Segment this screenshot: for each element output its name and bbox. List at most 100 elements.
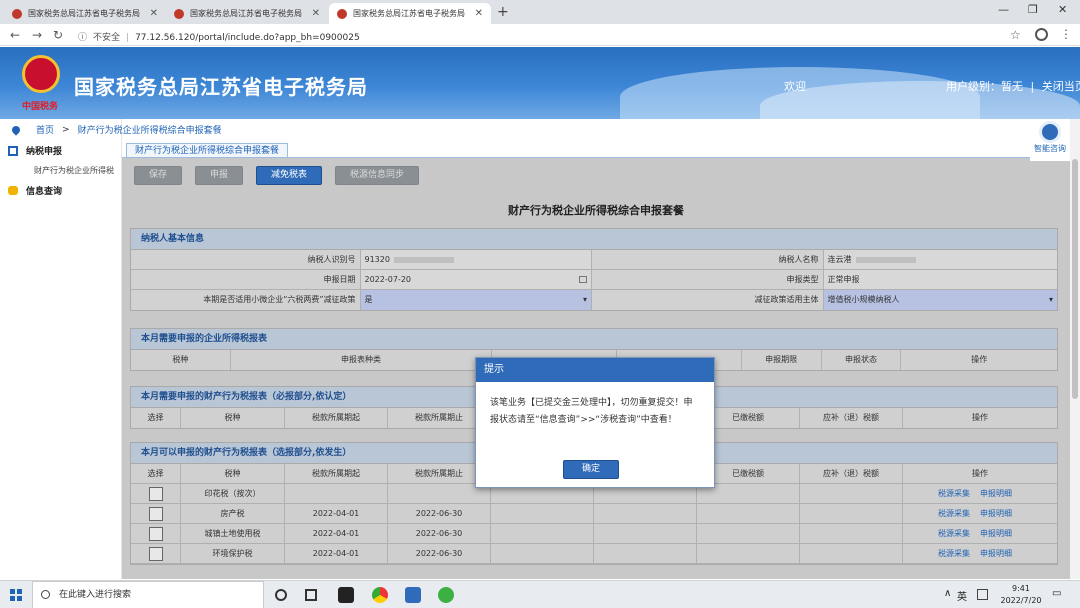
assistant-headset-icon (1039, 121, 1061, 143)
windows-start-icon[interactable] (10, 589, 22, 601)
close-page-link[interactable]: 关闭当页 (1042, 80, 1080, 93)
tab-title: 国家税务总局江苏省电子税务局 (353, 9, 465, 18)
collect-link[interactable]: 税源采集 (938, 489, 970, 498)
field-label: 纳税人名称 (592, 250, 824, 269)
chrome-icon[interactable] (372, 587, 388, 603)
sidebar-item-label: 信息查询 (26, 187, 63, 197)
save-button[interactable]: 保存 (134, 166, 183, 185)
dialog-message: 该笔业务【已提交金三处理中】，切勿重复提交！申报状态请至“信息查询”>>“涉税查… (490, 398, 693, 425)
period-start: 2022-04-01 (285, 524, 388, 543)
grid-icon (8, 145, 18, 156)
search-icon (41, 590, 50, 599)
user-info: 用户级别：暂无 | 关闭当页 (946, 78, 1080, 94)
search-placeholder: 在此键入进行搜索 (59, 590, 132, 600)
actions-cell: 税源采集 申报明细 (903, 544, 1057, 563)
browser-tab-1[interactable]: 国家税务总局江苏省电子税务局 ✕ (4, 3, 166, 24)
tab-close-icon[interactable]: ✕ (312, 8, 320, 19)
page-scrollbar[interactable] (1070, 119, 1080, 579)
row-checkbox[interactable] (148, 527, 163, 541)
browser-app-icon[interactable] (405, 587, 421, 603)
site-header: 中国税务 国家税务总局江苏省电子税务局 欢迎 用户级别：暂无 | 关闭当页 (0, 47, 1080, 119)
content-tab[interactable]: 财产行为税企业所得税综合申报套餐 (126, 143, 289, 158)
taxpayer-id-value: 91320 (360, 250, 592, 269)
more-menu-icon[interactable]: ⋮ (1060, 27, 1072, 41)
new-tab-button[interactable]: + (497, 4, 509, 20)
section-heading: 本月需要申报的企业所得税报表 (131, 329, 1057, 350)
paid-tax (697, 504, 800, 523)
collect-link[interactable]: 税源采集 (938, 509, 970, 518)
collect-link[interactable]: 税源采集 (938, 529, 970, 538)
maximize-button[interactable]: ❐ (1028, 3, 1038, 16)
column-header: 申报期限 (741, 350, 822, 370)
tax-relief-button[interactable]: 减免税表 (256, 166, 323, 185)
browser-tab-2[interactable]: 国家税务总局江苏省电子税务局 ✕ (166, 3, 328, 24)
user-level: 用户级别：暂无 (946, 80, 1023, 93)
column-header: 税种 (181, 408, 285, 428)
row-checkbox[interactable] (148, 547, 163, 561)
period-start (285, 484, 388, 503)
edge-icon[interactable] (438, 587, 454, 603)
tax-type: 房产税 (181, 504, 285, 523)
minimize-button[interactable]: — (998, 3, 1009, 16)
subject-select[interactable]: 增值税小规模纳税人 ▾ (823, 290, 1057, 310)
declare-button[interactable]: 申报 (195, 166, 244, 185)
tab-close-icon[interactable]: ✕ (475, 8, 483, 19)
account-icon[interactable] (1035, 28, 1048, 41)
cortana-icon[interactable] (275, 589, 287, 601)
ime-indicator[interactable]: 英 (957, 588, 967, 603)
bookmark-star-icon[interactable]: ☆ (1010, 28, 1021, 42)
taxpayer-name-value: 连云港 (823, 250, 1057, 269)
keyboard-icon[interactable] (977, 589, 988, 600)
period-end: 2022-06-30 (388, 544, 491, 563)
tab-close-icon[interactable]: ✕ (150, 8, 158, 19)
task-view-icon[interactable] (305, 589, 317, 601)
column-header: 选择 (131, 464, 181, 483)
detail-link[interactable]: 申报明细 (980, 489, 1012, 498)
clock-date: 2022/7/20 (1000, 596, 1042, 605)
sidebar-subitem-property-tax[interactable]: 财产行为税企业所得税 (34, 165, 114, 176)
calendar-icon[interactable] (579, 276, 587, 283)
scrollbar-thumb[interactable] (1072, 159, 1078, 399)
tax-type: 环境保护税 (181, 544, 285, 563)
clock-time: 9:41 (1012, 584, 1030, 593)
tray-chevron-icon[interactable]: ∧ (944, 588, 951, 599)
breadcrumb-home[interactable]: 首页 (36, 123, 54, 136)
reload-icon[interactable]: ↻ (53, 28, 63, 42)
close-window-button[interactable]: ✕ (1058, 3, 1067, 16)
due-tax (800, 504, 903, 523)
back-arrow-icon[interactable]: ← (10, 28, 20, 42)
page-title: 财产行为税企业所得税综合申报套餐 (508, 204, 684, 217)
notification-icon[interactable]: ▭ (1052, 588, 1061, 599)
field-label: 申报类型 (592, 270, 824, 289)
header-separator: | (1030, 80, 1035, 93)
sidebar-item-info-query[interactable]: 信息查询 (8, 184, 62, 197)
actions-cell: 税源采集 申报明细 (903, 504, 1057, 523)
security-label: 不安全 (93, 33, 121, 43)
row-checkbox[interactable] (148, 507, 163, 521)
info-icon[interactable]: ⓘ (78, 33, 87, 43)
taskbar-search-input[interactable]: 在此键入进行搜索 (32, 581, 264, 608)
detail-link[interactable]: 申报明细 (980, 509, 1012, 518)
sidebar-item-tax-declare[interactable]: 纳税申报 (8, 144, 62, 157)
policy-select[interactable]: 是 ▾ (360, 290, 592, 310)
dialog-title: 提示 (476, 358, 714, 382)
declare-date-field[interactable]: 2022-07-20 (360, 270, 592, 289)
sync-tax-source-button[interactable]: 税源信息同步 (335, 166, 420, 185)
row-checkbox[interactable] (148, 487, 163, 501)
collect-link[interactable]: 税源采集 (938, 549, 970, 558)
browser-tab-3[interactable]: 国家税务总局江苏省电子税务局 ✕ (329, 3, 491, 24)
redacted-mask (855, 256, 916, 263)
taskbar-clock[interactable]: 9:41 2022/7/20 (996, 583, 1046, 607)
breadcrumb-current[interactable]: 财产行为税企业所得税综合申报套餐 (78, 123, 222, 136)
toolbar: 保存 申报 减免税表 税源信息同步 (134, 166, 432, 185)
tax-favicon-icon (12, 8, 22, 19)
photos-app-icon[interactable] (338, 587, 354, 603)
confirm-button[interactable]: 确定 (563, 460, 619, 479)
alert-dialog: 提示 该笔业务【已提交金三处理中】，切勿重复提交！申报状态请至“信息查询”>>“… (475, 357, 715, 488)
detail-link[interactable]: 申报明细 (980, 529, 1012, 538)
detail-link[interactable]: 申报明细 (980, 549, 1012, 558)
url-field[interactable]: ⓘ 不安全 | 77.12.56.120/portal/include.do?app_… (78, 30, 360, 43)
forward-arrow-icon[interactable]: → (32, 28, 42, 42)
empty-cell (594, 524, 697, 543)
smart-assistant-widget[interactable]: 智能咨询 (1030, 119, 1070, 161)
